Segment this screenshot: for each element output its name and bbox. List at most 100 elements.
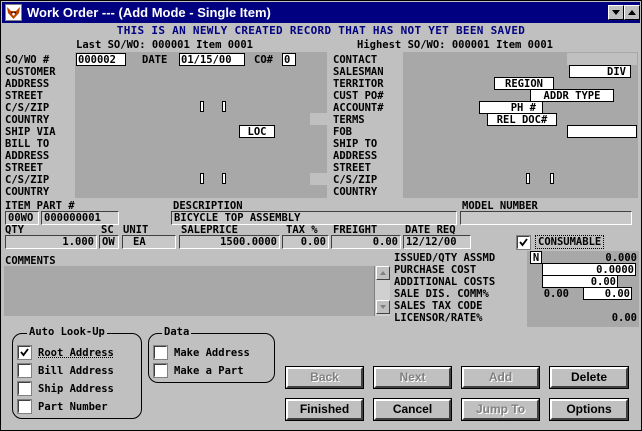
options-button[interactable]: Options xyxy=(549,398,629,421)
qty-field[interactable]: 1.000 xyxy=(5,235,97,249)
cancel-button[interactable]: Cancel xyxy=(373,398,452,421)
model-number-field[interactable] xyxy=(460,211,632,225)
title-bar[interactable]: Work Order --- (Add Mode - Single Item) xyxy=(2,2,640,23)
delete-button[interactable]: Delete xyxy=(549,366,629,389)
date-req-field[interactable]: 12/12/00 xyxy=(403,235,471,249)
loc-field[interactable]: LOC xyxy=(239,125,275,138)
territor-label: TERRITOR xyxy=(333,78,384,90)
panel-notch xyxy=(310,173,328,185)
jump-to-button[interactable]: Jump To xyxy=(461,398,540,421)
fob-field[interactable] xyxy=(567,125,637,138)
description-field[interactable]: BICYCLE TOP ASSEMBLY xyxy=(171,211,457,225)
next-button[interactable]: Next xyxy=(373,366,452,389)
div-field[interactable]: DIV xyxy=(569,65,631,78)
sale-dis-comm-label: SALE DIS. COMM% xyxy=(394,288,489,300)
licensor-rate-value: 0.00 xyxy=(611,312,637,324)
unsaved-record-banner: THIS IS AN NEWLY CREATED RECORD THAT HAS… xyxy=(116,24,526,37)
fox-logo-icon[interactable] xyxy=(5,4,22,21)
issued-label: ISSUED/QTY ASSMD xyxy=(394,252,496,264)
last-so-label: Last SO/WO: 000001 Item 0001 xyxy=(76,39,254,51)
minimize-button[interactable] xyxy=(608,5,624,20)
ship-cszip-label: C/S/ZIP xyxy=(333,174,378,186)
customer-label: CUSTOMER xyxy=(5,66,56,78)
street-label: STREET xyxy=(5,90,43,102)
consumable-checkbox[interactable] xyxy=(516,235,531,250)
scroll-down-icon[interactable] xyxy=(376,300,390,314)
terms-label: TERMS xyxy=(333,114,365,126)
issued-flag-field[interactable]: N xyxy=(530,251,542,264)
freight-field[interactable]: 0.00 xyxy=(331,235,401,249)
root-address-label[interactable]: Root Address xyxy=(38,347,114,359)
bill-address-checkbox[interactable] xyxy=(17,363,32,378)
so-number-field[interactable]: 000002 xyxy=(76,53,126,66)
fob-label: FOB xyxy=(333,126,352,138)
window-title: Work Order --- (Add Mode - Single Item) xyxy=(27,5,271,20)
bill-cszip-label: C/S/ZIP xyxy=(5,174,50,186)
so-wo-label: SO/WO # xyxy=(5,54,50,66)
bill-address-option-label[interactable]: Bill Address xyxy=(38,365,114,377)
comments-textarea[interactable] xyxy=(4,266,374,316)
licensor-rate-label: LICENSOR/RATE% xyxy=(394,312,483,324)
ship-country-label: COUNTRY xyxy=(333,186,378,198)
make-address-checkbox[interactable] xyxy=(153,345,168,360)
bill-zip-field[interactable] xyxy=(222,173,226,184)
account-label: ACCOUNT# xyxy=(333,102,384,114)
co-label: CO# xyxy=(254,54,273,66)
part-number-option-label[interactable]: Part Number xyxy=(38,401,108,413)
make-part-checkbox[interactable] xyxy=(153,363,168,378)
item-number-field[interactable]: 000000001 xyxy=(41,211,119,225)
part-number-checkbox[interactable] xyxy=(17,399,32,414)
country-label: COUNTRY xyxy=(5,114,50,126)
ship-to-label: SHIP TO xyxy=(333,138,378,150)
sale-dis-value[interactable]: 0.00 xyxy=(523,288,569,300)
data-group-title: Data xyxy=(162,326,192,338)
sc-field[interactable]: OW xyxy=(99,235,119,249)
cszip-label: C/S/ZIP xyxy=(5,102,50,114)
bill-address-label: ADDRESS xyxy=(5,150,50,162)
sales-tax-code-label: SALES TAX CODE xyxy=(394,300,483,312)
unit-field[interactable]: EA xyxy=(122,235,176,249)
root-address-checkbox[interactable] xyxy=(17,345,32,360)
salesman-label: SALESMAN xyxy=(333,66,384,78)
work-order-window: Work Order --- (Add Mode - Single Item) … xyxy=(0,0,642,431)
ship-state-field[interactable] xyxy=(526,173,530,184)
panel-notch xyxy=(567,53,637,65)
bill-street-label: STREET xyxy=(5,162,43,174)
bill-country-label: COUNTRY xyxy=(5,186,50,198)
address-label: ADDRESS xyxy=(5,78,50,90)
make-address-label[interactable]: Make Address xyxy=(174,347,250,359)
finished-button[interactable]: Finished xyxy=(285,398,364,421)
customer-zip-field[interactable] xyxy=(222,101,226,112)
maximize-button[interactable] xyxy=(624,5,640,20)
saleprice-field[interactable]: 1500.0000 xyxy=(179,235,280,249)
ship-via-label: SHIP VIA xyxy=(5,126,56,138)
customer-state-field[interactable] xyxy=(200,101,204,112)
item-prefix-field[interactable]: 00WO xyxy=(5,211,39,225)
date-label: DATE xyxy=(142,54,168,66)
date-field[interactable]: 01/15/00 xyxy=(179,53,245,66)
back-button[interactable]: Back xyxy=(285,366,364,389)
ship-zip-field[interactable] xyxy=(550,173,554,184)
add-button[interactable]: Add xyxy=(461,366,540,389)
ship-street-label: STREET xyxy=(333,162,371,174)
bill-to-label: BILL TO xyxy=(5,138,50,150)
ship-address-option-label[interactable]: Ship Address xyxy=(38,383,114,395)
cust-po-label: CUST PO# xyxy=(333,90,384,102)
scroll-up-icon[interactable] xyxy=(376,266,390,280)
comm-field[interactable]: 0.00 xyxy=(583,287,632,300)
ship-address-checkbox[interactable] xyxy=(17,381,32,396)
co-field[interactable]: 0 xyxy=(282,53,296,66)
rel-doc-field[interactable]: REL DOC# xyxy=(487,113,557,126)
bill-state-field[interactable] xyxy=(200,173,204,184)
auto-lookup-title: Auto Look-Up xyxy=(27,326,107,338)
contact-label: CONTACT xyxy=(333,54,378,66)
panel-notch xyxy=(310,113,328,125)
tax-field[interactable]: 0.00 xyxy=(282,235,329,249)
additional-costs-label: ADDITIONAL COSTS xyxy=(394,276,496,288)
purchase-cost-label: PURCHASE COST xyxy=(394,264,477,276)
consumable-label[interactable]: CONSUMABLE xyxy=(535,235,605,249)
ship-address-label: ADDRESS xyxy=(333,150,378,162)
make-part-label[interactable]: Make a Part xyxy=(174,365,244,377)
highest-so-label: Highest SO/WO: 000001 Item 0001 xyxy=(357,39,553,51)
comments-scrollbar[interactable] xyxy=(374,266,390,316)
